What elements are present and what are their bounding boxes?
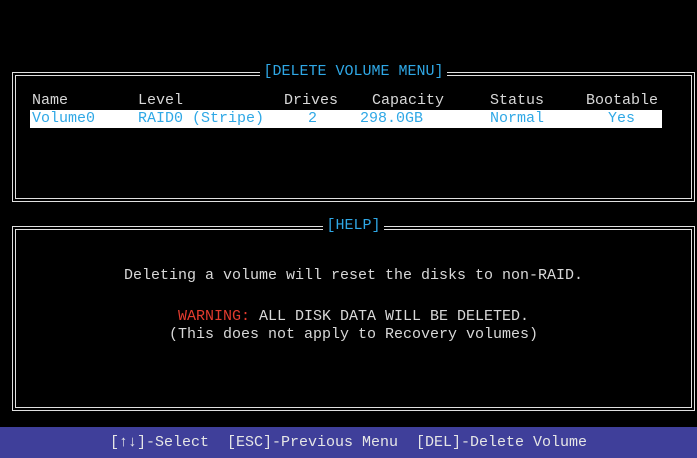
delete-volume-panel: [DELETE VOLUME MENU] Name Level Drives C… <box>12 63 695 202</box>
volume-bootable: Yes <box>608 110 636 127</box>
volume-capacity: 298.0GB <box>360 110 424 127</box>
help-line-recovery: (This does not apply to Recovery volumes… <box>168 326 539 343</box>
volume-table-header: Name Level Drives Capacity Status Bootab… <box>32 92 682 110</box>
volume-name: Volume0 <box>32 110 96 127</box>
help-panel-title: [HELP] <box>16 217 691 235</box>
volume-level: RAID0 (Stripe) <box>138 110 265 127</box>
header-status: Status <box>490 92 545 109</box>
footer-delete-hint: [DEL]-Delete Volume <box>416 434 588 451</box>
footer-select-hint: [↑↓]-Select <box>109 434 209 451</box>
help-warning-line: WARNING: ALL DISK DATA WILL BE DELETED. <box>16 308 691 326</box>
volume-status: Normal <box>490 110 545 127</box>
volume-drives: 2 <box>308 110 318 127</box>
header-capacity: Capacity <box>372 92 445 109</box>
header-bootable: Bootable <box>586 92 659 109</box>
delete-volume-panel-title: [DELETE VOLUME MENU] <box>16 63 691 81</box>
volume-row-selected[interactable]: Volume0 RAID0 (Stripe) 2 298.0GB Normal … <box>30 110 662 128</box>
help-line-delete-info: Deleting a volume will reset the disks t… <box>123 267 584 284</box>
header-name: Name <box>32 92 69 109</box>
header-level: Level <box>138 92 184 109</box>
warning-label: WARNING: <box>177 308 250 325</box>
header-drives: Drives <box>284 92 339 109</box>
help-panel: [HELP] Deleting a volume will reset the … <box>12 217 695 411</box>
footer-esc-hint: [ESC]-Previous Menu <box>226 434 399 451</box>
footer-key-hints: [↑↓]-Select [ESC]-Previous Menu [DEL]-De… <box>0 427 697 458</box>
warning-text: ALL DISK DATA WILL BE DELETED. <box>249 308 530 325</box>
